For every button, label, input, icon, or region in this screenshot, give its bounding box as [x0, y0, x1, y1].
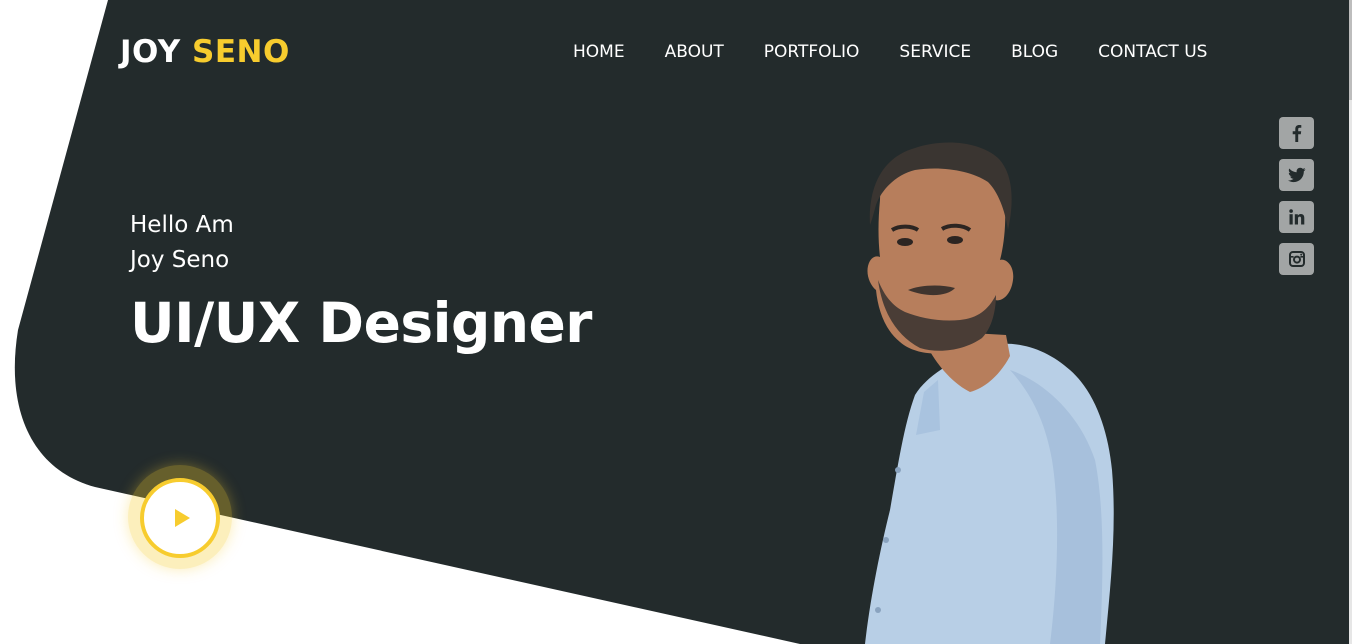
facebook-icon[interactable]	[1279, 117, 1314, 149]
nav-item-about[interactable]: ABOUT	[665, 40, 724, 64]
brand-logo-first: JOY	[120, 34, 181, 70]
brand-logo-second: SENO	[192, 34, 290, 70]
social-links	[1279, 117, 1314, 275]
greeting-line-2: Joy Seno	[130, 247, 230, 273]
twitter-icon[interactable]	[1279, 159, 1314, 191]
linkedin-glyph	[1288, 209, 1304, 225]
linkedin-icon[interactable]	[1279, 201, 1314, 233]
nav-item-contact-us[interactable]: CONTACT US	[1098, 40, 1207, 64]
portrait-photo	[865, 142, 1114, 644]
play-icon	[175, 509, 190, 527]
main-nav: HOME ABOUT PORTFOLIO SERVICE BLOG CONTAC…	[573, 40, 1207, 64]
twitter-glyph	[1287, 167, 1305, 183]
instagram-icon[interactable]	[1279, 243, 1314, 275]
nav-item-blog[interactable]: BLOG	[1011, 40, 1058, 64]
nav-item-home[interactable]: HOME	[573, 40, 625, 64]
facebook-glyph	[1292, 125, 1301, 142]
play-video-button[interactable]	[140, 478, 220, 558]
nav-item-portfolio[interactable]: PORTFOLIO	[764, 40, 860, 64]
instagram-glyph	[1288, 251, 1305, 267]
hero-greeting: Hello Am Joy Seno	[130, 208, 234, 278]
hero-headline: UI/UX Designer	[130, 291, 592, 355]
brand-logo[interactable]: JOY SENO	[120, 32, 290, 72]
nav-item-service[interactable]: SERVICE	[899, 40, 971, 64]
greeting-line-1: Hello Am	[130, 212, 234, 238]
